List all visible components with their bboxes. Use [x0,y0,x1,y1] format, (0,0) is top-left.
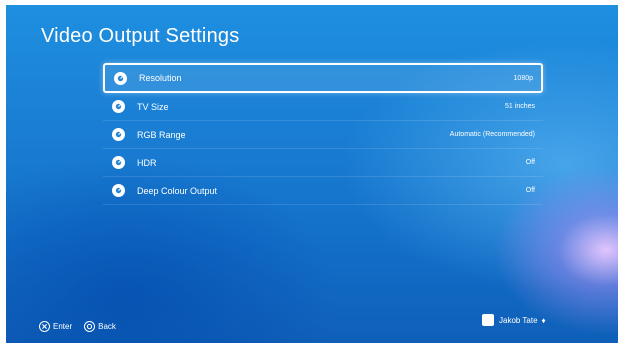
settings-dial-icon [112,184,125,197]
enter-label: Enter [53,322,73,331]
settings-dial-icon [112,128,125,141]
circle-button-icon [84,321,96,332]
setting-value: Off [525,187,535,194]
setting-row-hdr[interactable]: HDR Off [103,149,543,177]
user-name: Jakob Tate [499,315,538,325]
enter-hint[interactable]: Enter [39,321,72,332]
setting-row-resolution[interactable]: Resolution 1080p [103,63,543,93]
setting-label: Resolution [139,73,182,83]
settings-dial-icon [112,156,125,169]
setting-label: RGB Range [137,129,186,140]
setting-row-deep-colour-output[interactable]: Deep Colour Output Off [103,177,543,205]
setting-value: Automatic (Recommended) [449,131,535,138]
setting-label: TV Size [137,101,169,112]
user-indicator: Jakob Tate ♦ [482,314,546,326]
setting-row-tv-size[interactable]: TV Size 51 inches [103,93,543,121]
screen: Video Output Settings Resolution 1080p T… [6,5,618,343]
settings-dial-icon [112,100,125,113]
setting-label: HDR [137,157,157,168]
back-hint[interactable]: Back [84,321,116,332]
controller-hints: Enter Back [39,321,128,332]
settings-list: Resolution 1080p TV Size 51 inches RGB R… [103,63,543,205]
setting-value: Off [525,159,535,166]
setting-value: 51 inches [505,103,535,110]
page-title: Video Output Settings [41,25,240,47]
setting-row-rgb-range[interactable]: RGB Range Automatic (Recommended) [103,121,543,149]
cross-button-icon [39,321,50,332]
settings-dial-icon [114,71,127,85]
user-avatar [482,314,494,326]
setting-label: Deep Colour Output [137,185,218,196]
back-label: Back [98,322,116,331]
setting-value: 1080p [513,74,533,82]
user-status-icon: ♦ [541,315,546,325]
